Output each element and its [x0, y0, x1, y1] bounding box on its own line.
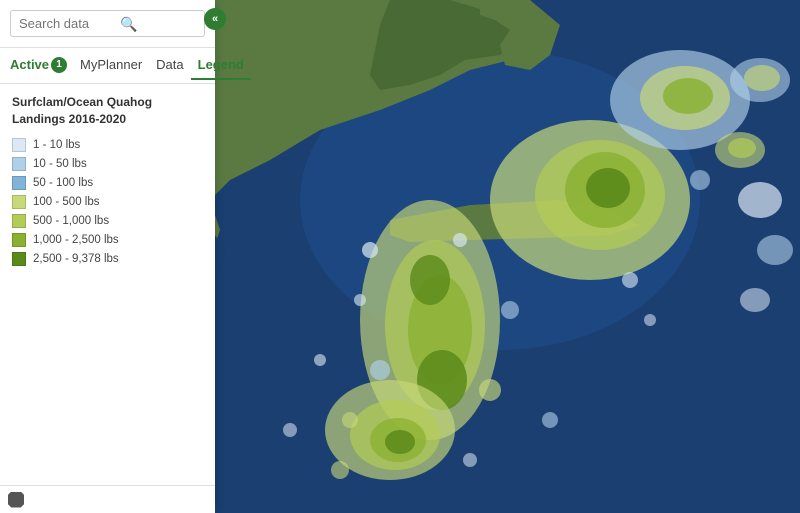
bottom-toolbar: [0, 485, 215, 513]
search-icon: 🔍: [120, 16, 137, 33]
side-panel: 🔍 Active 1 MyPlanner Data Legend Surfcla…: [0, 0, 215, 513]
legend-item-1: 10 - 50 lbs: [12, 157, 203, 171]
legend-panel: Surfclam/Ocean Quahog Landings 2016-2020…: [0, 84, 215, 485]
tab-data[interactable]: Data: [149, 51, 190, 80]
legend-swatch-1: [12, 157, 26, 171]
legend-swatch-3: [12, 195, 26, 209]
layers-icon[interactable]: [8, 492, 24, 508]
legend-item-0: 1 - 10 lbs: [12, 138, 203, 152]
legend-swatch-2: [12, 176, 26, 190]
legend-swatch-5: [12, 233, 26, 247]
tabs-bar: Active 1 MyPlanner Data Legend: [0, 48, 215, 84]
legend-item-2: 50 - 100 lbs: [12, 176, 203, 190]
legend-item-5: 1,000 - 2,500 lbs: [12, 233, 203, 247]
legend-item-6: 2,500 - 9,378 lbs: [12, 252, 203, 266]
search-bar: 🔍: [0, 0, 215, 48]
legend-swatch-0: [12, 138, 26, 152]
search-input[interactable]: [10, 10, 205, 37]
legend-title: Surfclam/Ocean Quahog Landings 2016-2020: [12, 94, 203, 128]
collapse-button[interactable]: «: [204, 8, 226, 30]
tab-active[interactable]: Active 1: [4, 51, 73, 81]
tab-legend[interactable]: Legend: [191, 51, 251, 80]
legend-swatch-6: [12, 252, 26, 266]
legend-item-4: 500 - 1,000 lbs: [12, 214, 203, 228]
tab-myplanner[interactable]: MyPlanner: [73, 51, 149, 80]
legend-item-3: 100 - 500 lbs: [12, 195, 203, 209]
legend-swatch-4: [12, 214, 26, 228]
active-badge: 1: [51, 57, 67, 73]
